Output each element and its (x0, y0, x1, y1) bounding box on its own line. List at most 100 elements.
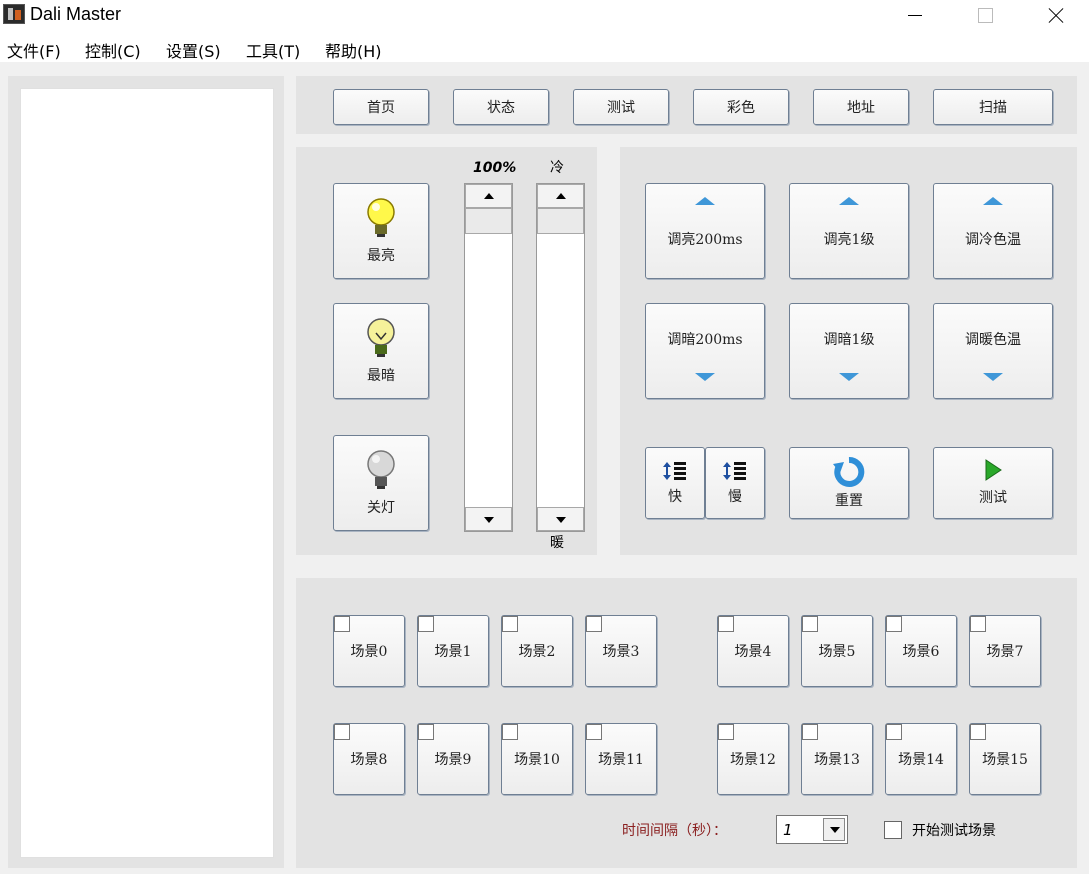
fast-label: 快 (668, 489, 682, 505)
light-off-label: 关灯 (367, 500, 395, 516)
test-label: 测试 (979, 490, 1007, 506)
dim-up-step-button[interactable]: 调亮1级 (789, 183, 909, 279)
cooler-button[interactable]: 调冷色温 (933, 183, 1053, 279)
chevron-down-icon[interactable] (823, 818, 845, 841)
scene-checkbox[interactable] (970, 724, 986, 740)
start-test-scene-checkbox[interactable] (884, 821, 902, 839)
fast-button[interactable]: 快 (645, 447, 705, 519)
reset-button[interactable]: 重置 (789, 447, 909, 519)
brightness-level-label: 100% (473, 160, 517, 176)
dim-down-200ms-button[interactable]: 调暗200ms (645, 303, 765, 399)
arrow-up-icon (695, 197, 715, 205)
scene-checkbox[interactable] (718, 616, 734, 632)
arrow-down-icon (983, 373, 1003, 381)
brightest-button[interactable]: 最亮 (333, 183, 429, 279)
scene-button-9[interactable]: 场景9 (417, 723, 489, 795)
scene-label: 场景14 (898, 752, 944, 768)
scene-checkbox[interactable] (502, 616, 518, 632)
brightness-scroll-thumb[interactable] (465, 208, 512, 234)
dim-up-step-label: 调亮1级 (823, 232, 875, 248)
dim-up-200ms-button[interactable]: 调亮200ms (645, 183, 765, 279)
device-tree[interactable] (20, 88, 274, 858)
window-title: Dali Master (30, 4, 122, 24)
slow-label: 慢 (728, 489, 742, 505)
scene-button-0[interactable]: 场景0 (333, 615, 405, 687)
scene-checkbox[interactable] (334, 724, 350, 740)
scene-button-10[interactable]: 场景10 (501, 723, 573, 795)
scene-label: 场景12 (730, 752, 776, 768)
slow-button[interactable]: 慢 (705, 447, 765, 519)
maximize-button[interactable] (962, 0, 1008, 32)
color-temp-scroll-thumb[interactable] (537, 208, 584, 234)
menu-help[interactable]: 帮助(H) (325, 38, 382, 62)
title-bar: Dali Master (0, 0, 1089, 32)
tab-home[interactable]: 首页 (333, 89, 429, 125)
start-test-scene-label: 开始测试场景 (912, 823, 996, 839)
color-temp-scroll-up[interactable] (537, 184, 584, 208)
scene-checkbox[interactable] (586, 724, 602, 740)
minimize-button[interactable] (892, 0, 938, 32)
brightness-scroll-down[interactable] (465, 507, 512, 531)
scene-checkbox[interactable] (586, 616, 602, 632)
interval-select[interactable]: 1 (776, 815, 848, 844)
brightness-scrollbar[interactable] (464, 183, 513, 532)
scene-label: 场景3 (602, 644, 640, 660)
scene-checkbox[interactable] (718, 724, 734, 740)
scene-label: 场景15 (982, 752, 1028, 768)
scene-button-14[interactable]: 场景14 (885, 723, 957, 795)
color-temp-scrollbar[interactable] (536, 183, 585, 532)
tab-status[interactable]: 状态 (453, 89, 549, 125)
scene-button-4[interactable]: 场景4 (717, 615, 789, 687)
scene-button-8[interactable]: 场景8 (333, 723, 405, 795)
scene-button-5[interactable]: 场景5 (801, 615, 873, 687)
scene-button-6[interactable]: 场景6 (885, 615, 957, 687)
scene-button-12[interactable]: 场景12 (717, 723, 789, 795)
scene-checkbox[interactable] (802, 724, 818, 740)
scene-button-2[interactable]: 场景2 (501, 615, 573, 687)
arrow-up-icon (983, 197, 1003, 205)
test-button[interactable]: 测试 (933, 447, 1053, 519)
tab-color[interactable]: 彩色 (693, 89, 789, 125)
scene-checkbox[interactable] (970, 616, 986, 632)
scene-button-13[interactable]: 场景13 (801, 723, 873, 795)
darkest-button[interactable]: 最暗 (333, 303, 429, 399)
scene-button-3[interactable]: 场景3 (585, 615, 657, 687)
dim-down-step-button[interactable]: 调暗1级 (789, 303, 909, 399)
list-speed-icon (663, 462, 686, 480)
scene-button-7[interactable]: 场景7 (969, 615, 1041, 687)
scene-button-15[interactable]: 场景15 (969, 723, 1041, 795)
scene-checkbox[interactable] (418, 724, 434, 740)
scene-checkbox[interactable] (334, 616, 350, 632)
menu-file[interactable]: 文件(F) (7, 38, 61, 62)
menu-control[interactable]: 控制(C) (85, 38, 141, 62)
scene-checkbox[interactable] (886, 724, 902, 740)
warmer-button[interactable]: 调暖色温 (933, 303, 1053, 399)
interval-value: 1 (783, 821, 793, 839)
menu-settings[interactable]: 设置(S) (166, 38, 221, 62)
tab-scan[interactable]: 扫描 (933, 89, 1053, 125)
scene-label: 场景9 (434, 752, 472, 768)
close-button[interactable] (1032, 0, 1078, 32)
menu-tools[interactable]: 工具(T) (246, 38, 300, 62)
scene-checkbox[interactable] (802, 616, 818, 632)
cooler-label: 调冷色温 (965, 232, 1021, 248)
reset-label: 重置 (835, 493, 863, 509)
scene-label: 场景0 (350, 644, 388, 660)
color-temp-scroll-down[interactable] (537, 507, 584, 531)
scene-label: 场景5 (818, 644, 856, 660)
interval-label: 时间间隔（秒）： (622, 823, 727, 839)
scene-checkbox[interactable] (886, 616, 902, 632)
brightest-label: 最亮 (367, 248, 395, 264)
cool-label: 冷 (550, 160, 564, 176)
light-off-button[interactable]: 关灯 (333, 435, 429, 531)
scene-label: 场景1 (434, 644, 472, 660)
scene-checkbox[interactable] (502, 724, 518, 740)
tab-test[interactable]: 测试 (573, 89, 669, 125)
scene-button-11[interactable]: 场景11 (585, 723, 657, 795)
scene-checkbox[interactable] (418, 616, 434, 632)
scene-button-1[interactable]: 场景1 (417, 615, 489, 687)
tab-address[interactable]: 地址 (813, 89, 909, 125)
bulb-off-icon (367, 450, 395, 489)
dim-down-200ms-label: 调暗200ms (667, 332, 743, 348)
brightness-scroll-up[interactable] (465, 184, 512, 208)
